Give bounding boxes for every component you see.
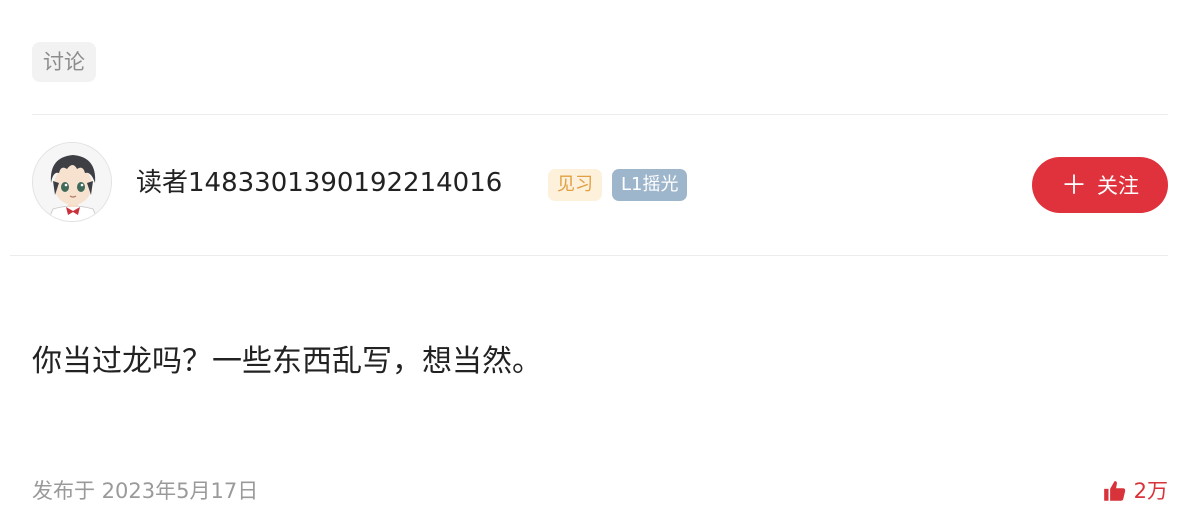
divider xyxy=(32,114,1168,115)
comment-text: 你当过龙吗？一些东西乱写，想当然。 xyxy=(32,344,542,379)
author-row: 读者1483301390192214016 见习 L1摇光 ＋ 关注 xyxy=(32,142,1168,224)
topic-tag[interactable]: 讨论 xyxy=(32,42,96,82)
like-count: 2万 xyxy=(1133,479,1168,503)
level-badge: L1摇光 xyxy=(612,169,688,201)
thumbs-up-icon xyxy=(1103,481,1125,501)
divider xyxy=(10,255,1168,256)
anime-boy-avatar-icon xyxy=(33,143,111,221)
meta-row: 发布于 2023年5月17日 2万 xyxy=(32,474,1168,508)
follow-button-label: 关注 xyxy=(1097,175,1139,198)
publish-time: 发布于 2023年5月17日 xyxy=(32,479,259,503)
rank-badge: 见习 xyxy=(548,169,602,201)
username[interactable]: 读者1483301390192214016 xyxy=(136,166,502,200)
like-button[interactable]: 2万 xyxy=(1102,474,1168,508)
avatar[interactable] xyxy=(32,142,112,222)
plus-icon: ＋ xyxy=(1060,170,1087,200)
follow-button[interactable]: ＋ 关注 xyxy=(1032,157,1168,213)
